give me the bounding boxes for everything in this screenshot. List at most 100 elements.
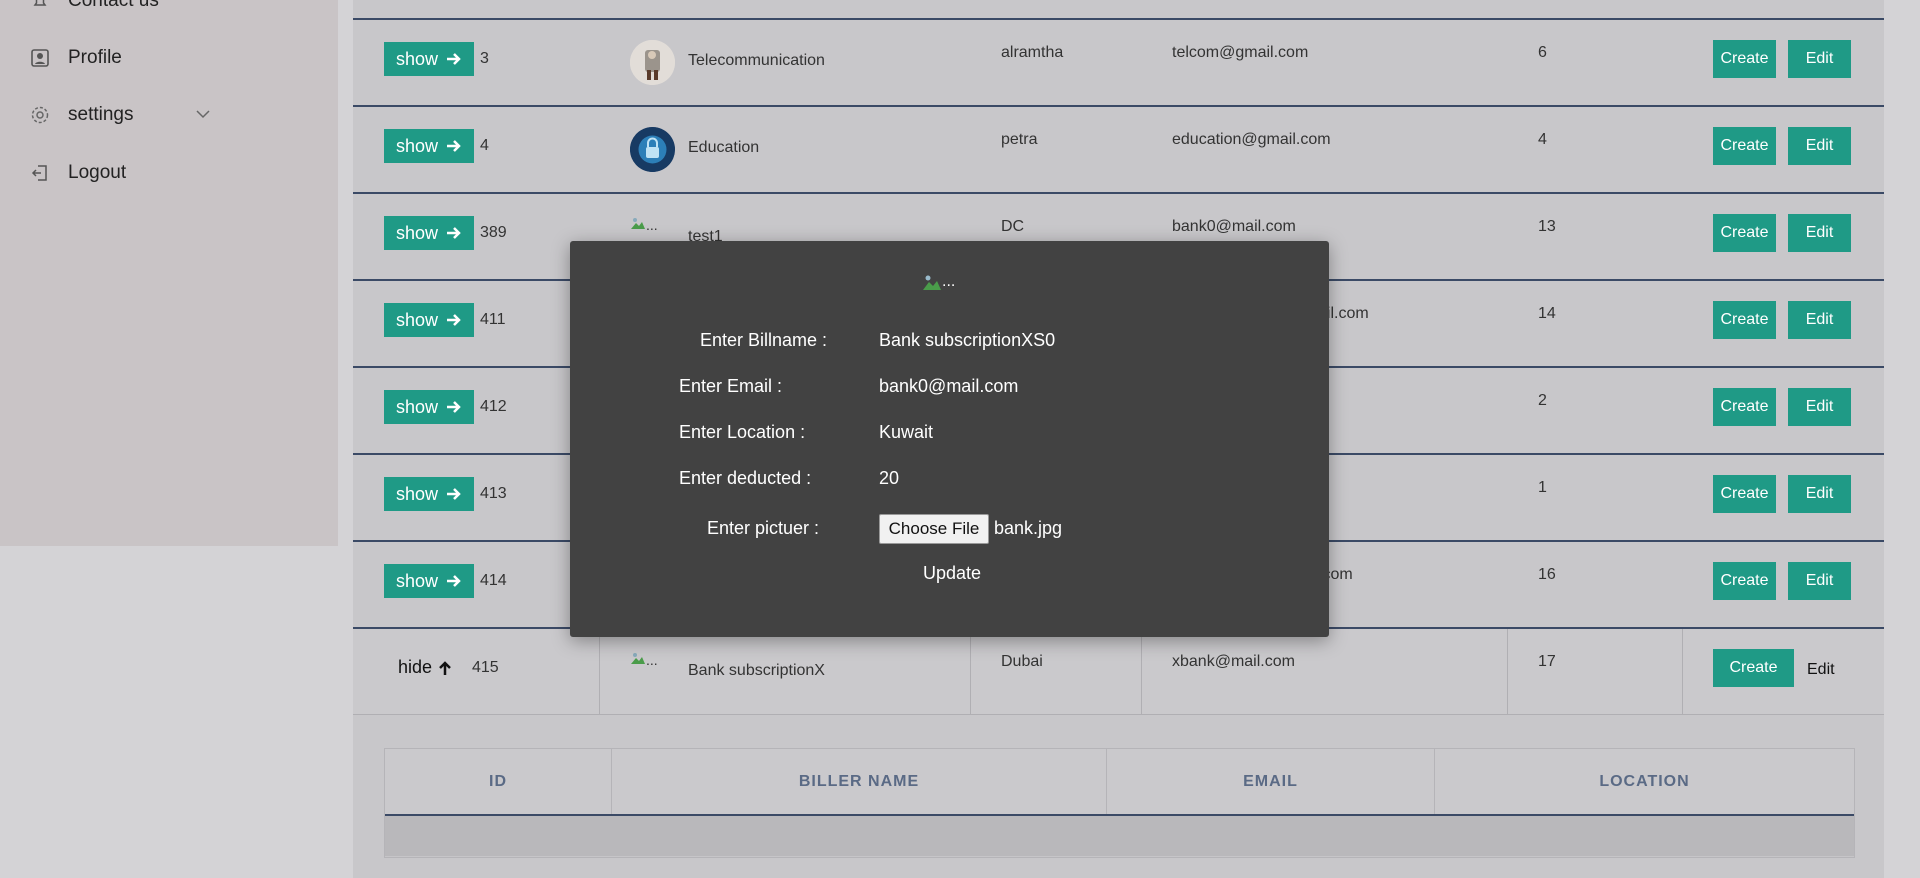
choose-file-button[interactable]: Choose File bbox=[879, 514, 989, 544]
create-button[interactable]: Create bbox=[1713, 475, 1776, 513]
arrow-right-icon bbox=[447, 575, 461, 587]
show-button[interactable]: show bbox=[384, 129, 474, 163]
gear-icon bbox=[30, 105, 50, 125]
show-button[interactable]: show bbox=[384, 390, 474, 424]
biller-email: xbank@mail.com bbox=[1172, 653, 1295, 670]
column-divider bbox=[599, 629, 600, 714]
biller-user: alramtha bbox=[1001, 44, 1064, 61]
edit-button[interactable]: Edit bbox=[1788, 40, 1851, 78]
arrow-up-icon bbox=[439, 660, 451, 675]
show-button[interactable]: show bbox=[384, 564, 474, 598]
arrow-right-icon bbox=[447, 314, 461, 326]
biller-name: Telecommunication bbox=[688, 52, 825, 69]
column-header-location: LOCATION bbox=[1599, 772, 1690, 790]
biller-user: petra bbox=[1001, 131, 1038, 148]
sidebar: Contact us Profile settings Logout bbox=[0, 0, 338, 546]
modal-image: ... bbox=[922, 273, 955, 291]
create-button[interactable]: Create bbox=[1713, 214, 1776, 252]
picture-label: Enter pictuer : bbox=[707, 518, 820, 538]
biller-user: Dubai bbox=[1001, 653, 1043, 670]
row-id: 3 bbox=[480, 50, 489, 67]
detail-table-row bbox=[385, 816, 1854, 856]
create-button[interactable]: Create bbox=[1713, 127, 1776, 165]
email-field[interactable]: bank0@mail.com bbox=[879, 376, 1018, 397]
biller-email: telcom@gmail.com bbox=[1172, 44, 1309, 61]
broken-image-icon: ... bbox=[630, 651, 658, 668]
edit-button[interactable]: Edit bbox=[1788, 127, 1851, 165]
sidebar-item-profile[interactable]: Profile bbox=[30, 47, 122, 69]
show-label: show bbox=[395, 309, 439, 330]
arrow-right-icon bbox=[447, 140, 461, 152]
sidebar-item-settings[interactable]: settings bbox=[30, 104, 240, 126]
detail-table-header: ID BILLER NAME EMAIL LOCATION bbox=[385, 749, 1854, 816]
table-row: show 4 Education petra education@gmail.c… bbox=[353, 105, 1884, 192]
biller-user: DC bbox=[1001, 218, 1025, 235]
row-id: 411 bbox=[480, 311, 506, 328]
table-row: show 3 Telecommunication alramtha telcom… bbox=[353, 18, 1884, 105]
column-divider bbox=[1141, 629, 1142, 714]
sidebar-item-label: Contact us bbox=[68, 0, 159, 11]
show-label: show bbox=[395, 222, 439, 243]
sidebar-item-contact[interactable]: Contact us bbox=[30, 0, 159, 12]
row-id: 414 bbox=[480, 572, 507, 589]
show-button[interactable]: show bbox=[384, 477, 474, 511]
column-header-biller-name: BILLER NAME bbox=[612, 749, 1107, 814]
chevron-down-icon[interactable] bbox=[195, 106, 211, 128]
biller-count: 1 bbox=[1538, 479, 1547, 496]
show-label: show bbox=[395, 135, 439, 156]
arrow-right-icon bbox=[447, 227, 461, 239]
avatar bbox=[630, 127, 675, 172]
biller-count: 2 bbox=[1538, 392, 1547, 409]
hide-label: hide bbox=[398, 657, 433, 677]
sidebar-item-label: settings bbox=[68, 104, 134, 125]
create-button[interactable]: Create bbox=[1713, 649, 1794, 687]
show-button[interactable]: show bbox=[384, 42, 474, 76]
edit-link[interactable]: Edit bbox=[1807, 661, 1835, 679]
biller-email: education@gmail.com bbox=[1172, 131, 1331, 148]
column-divider bbox=[970, 629, 971, 714]
arrow-right-icon bbox=[447, 401, 461, 413]
arrow-right-icon bbox=[447, 53, 461, 65]
broken-image-icon: ... bbox=[630, 216, 658, 233]
avatar bbox=[630, 40, 675, 85]
edit-button[interactable]: Edit bbox=[1788, 214, 1851, 252]
biller-count: 13 bbox=[1538, 218, 1556, 235]
deducted-field[interactable]: 20 bbox=[879, 468, 899, 489]
biller-name: Education bbox=[688, 139, 760, 156]
file-name: bank.jpg bbox=[994, 518, 1063, 538]
create-button[interactable]: Create bbox=[1713, 388, 1776, 426]
create-button[interactable]: Create bbox=[1713, 562, 1776, 600]
row-id: 415 bbox=[472, 659, 499, 676]
table-row-expanded: hide 415 ... Bank subscriptionX Dubai xb… bbox=[353, 627, 1884, 715]
detail-table: ID BILLER NAME EMAIL LOCATION bbox=[384, 748, 1855, 858]
sidebar-item-logout[interactable]: Logout bbox=[30, 162, 126, 184]
edit-button[interactable]: Edit bbox=[1788, 562, 1851, 600]
location-field[interactable]: Kuwait bbox=[879, 422, 933, 443]
biller-count: 4 bbox=[1538, 131, 1547, 148]
hide-button[interactable]: hide bbox=[398, 657, 452, 678]
show-label: show bbox=[395, 396, 439, 417]
biller-count: 17 bbox=[1538, 653, 1556, 670]
column-header-id: ID bbox=[385, 749, 612, 814]
biller-email: bank0@mail.com bbox=[1172, 218, 1296, 235]
show-button[interactable]: show bbox=[384, 303, 474, 337]
edit-biller-modal: ... Enter Billname : Bank subscriptionXS… bbox=[570, 241, 1329, 637]
create-button[interactable]: Create bbox=[1713, 301, 1776, 339]
show-label: show bbox=[395, 483, 439, 504]
biller-count: 14 bbox=[1538, 305, 1556, 322]
create-button[interactable]: Create bbox=[1713, 40, 1776, 78]
row-id: 4 bbox=[480, 137, 489, 154]
update-button[interactable]: Update bbox=[923, 563, 981, 584]
edit-button[interactable]: Edit bbox=[1788, 475, 1851, 513]
column-divider bbox=[1507, 629, 1508, 714]
edit-button[interactable]: Edit bbox=[1788, 388, 1851, 426]
row-id: 412 bbox=[480, 398, 507, 415]
billname-field[interactable]: Bank subscriptionXS0 bbox=[879, 330, 1055, 351]
row-id: 413 bbox=[480, 485, 507, 502]
show-button[interactable]: show bbox=[384, 216, 474, 250]
table-row-top bbox=[353, 0, 1884, 20]
email-label: Enter Email : bbox=[679, 376, 783, 396]
edit-button[interactable]: Edit bbox=[1788, 301, 1851, 339]
biller-count: 16 bbox=[1538, 566, 1556, 583]
sidebar-item-label: Logout bbox=[68, 162, 127, 183]
